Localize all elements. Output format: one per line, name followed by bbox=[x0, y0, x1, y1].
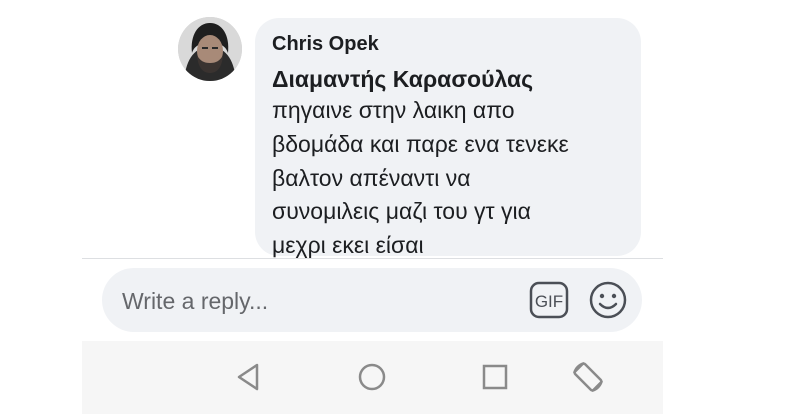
emoji-icon[interactable] bbox=[588, 280, 628, 320]
rotate-icon[interactable] bbox=[570, 359, 606, 395]
system-navbar bbox=[82, 341, 663, 414]
recents-icon[interactable] bbox=[477, 359, 513, 395]
divider bbox=[82, 258, 663, 259]
comment-text-line: πηγαινε στην λαικη απο bbox=[272, 97, 515, 123]
avatar[interactable] bbox=[178, 17, 242, 81]
mention-name[interactable]: Διαμαντής Καρασούλας bbox=[272, 64, 623, 94]
comment-text-line: βαλτον απέναντι να bbox=[272, 164, 471, 191]
comment-bubble[interactable]: Chris Opek Διαμαντής Καρασούλας πηγαινε … bbox=[255, 18, 641, 258]
comment-author[interactable]: Chris Opek bbox=[272, 32, 623, 56]
avatar-image bbox=[178, 17, 242, 81]
reply-bar: GIF bbox=[102, 268, 642, 332]
comment-text-line: συνομιλεις μαζι του γτ για bbox=[272, 198, 531, 225]
back-icon[interactable] bbox=[231, 359, 267, 395]
reply-input[interactable] bbox=[120, 280, 514, 322]
home-icon[interactable] bbox=[354, 359, 390, 395]
comment-text-line: βδομάδα και παρε ενα τενεκε bbox=[272, 130, 569, 157]
gif-icon[interactable]: GIF bbox=[529, 281, 569, 319]
gif-label: GIF bbox=[535, 292, 563, 311]
